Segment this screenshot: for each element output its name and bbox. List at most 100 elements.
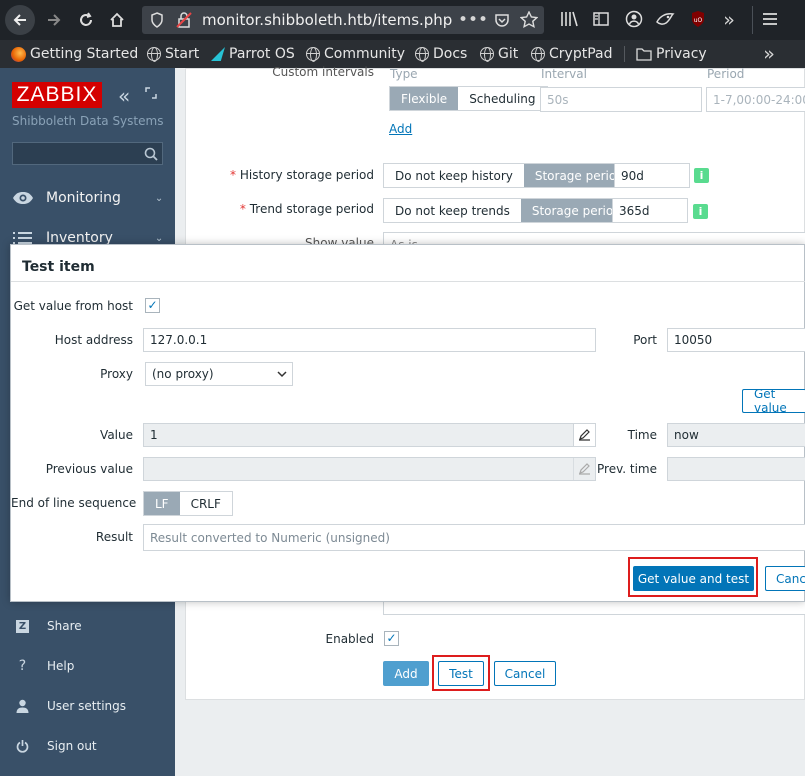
proxy-label: Proxy: [100, 367, 133, 381]
info-icon[interactable]: i: [694, 168, 709, 183]
proxy-select[interactable]: (no proxy): [145, 362, 293, 386]
col-interval-header: Interval: [541, 67, 587, 81]
account-icon[interactable]: [625, 10, 643, 31]
nav-monitoring[interactable]: Monitoring ⌄: [12, 188, 163, 208]
dialog-cancel-button[interactable]: Cancel: [765, 566, 805, 591]
firefox-icon: [11, 46, 26, 62]
get-value-button[interactable]: Get value: [742, 387, 805, 415]
bookmark-label: Start: [165, 46, 200, 62]
bookmark-label: Privacy: [656, 46, 707, 62]
fullscreen-icon[interactable]: [145, 87, 157, 102]
prev-time-input: [667, 457, 805, 481]
menu-icon[interactable]: [762, 12, 778, 29]
flexible-option[interactable]: Flexible: [390, 87, 459, 110]
trend-storage-label: * Trend storage period: [206, 202, 374, 216]
shield-icon[interactable]: [150, 12, 164, 31]
nav-help[interactable]: ? Help: [16, 656, 75, 676]
extension-icon[interactable]: [655, 10, 675, 31]
nav-sign-out[interactable]: Sign out: [16, 736, 97, 756]
trend-no-keep-option[interactable]: Do not keep trends: [384, 199, 521, 222]
host-address-label: Host address: [54, 333, 133, 347]
library-icon[interactable]: [560, 11, 578, 30]
help-icon: ?: [18, 658, 27, 674]
star-icon[interactable]: [519, 10, 539, 32]
period-input[interactable]: 1-7,00:00-24:00: [706, 87, 805, 112]
globe-icon: [306, 47, 320, 62]
trend-storage-input[interactable]: 365d: [612, 198, 688, 223]
nav-share[interactable]: Z Share: [16, 616, 82, 636]
pocket-icon[interactable]: [494, 12, 510, 31]
nav-user-settings[interactable]: User settings: [16, 696, 126, 716]
get-value-label: Get value from host: [13, 299, 133, 313]
enabled-label: Enabled: [325, 632, 375, 646]
get-value-and-test-button[interactable]: Get value and test: [633, 566, 754, 591]
bookmark-cryptpad[interactable]: CryptPad: [531, 45, 612, 63]
eol-crlf-option[interactable]: CRLF: [179, 492, 232, 515]
history-storage-toggle: Do not keep history Storage period: [383, 163, 636, 188]
eol-sequence-label: End of line sequence: [11, 496, 137, 510]
test-button[interactable]: Test: [438, 661, 484, 686]
overflow-icon[interactable]: »: [718, 8, 740, 32]
chevron-down-icon: ⌄: [154, 192, 164, 204]
forward-icon[interactable]: [42, 8, 66, 32]
eol-sequence-toggle: LF CRLF: [143, 491, 233, 516]
bookmark-git[interactable]: Git: [480, 45, 518, 63]
port-input[interactable]: 10050: [667, 328, 805, 352]
col-type-header: Type: [390, 67, 418, 81]
dropdown-arrow-icon: [277, 371, 287, 378]
prev-time-label: Prev. time: [597, 462, 657, 476]
url-text[interactable]: monitor.shibboleth.htb/items.php: [202, 11, 452, 29]
bookmark-privacy[interactable]: Privacy: [636, 45, 707, 63]
bookmark-label: Community: [324, 46, 406, 62]
more-icon[interactable]: •••: [458, 8, 488, 32]
history-storage-input[interactable]: 90d: [614, 163, 690, 188]
nav-label: User settings: [47, 699, 127, 713]
globe-icon: [480, 47, 494, 62]
back-icon[interactable]: [5, 5, 35, 35]
bookmark-parrot-os[interactable]: Parrot OS: [211, 45, 295, 63]
eol-lf-option[interactable]: LF: [144, 492, 180, 515]
trend-storage-toggle: Do not keep trends Storage period: [383, 198, 633, 223]
ublock-icon[interactable]: uO: [690, 10, 706, 31]
bookmarks-overflow-icon[interactable]: »: [758, 42, 780, 66]
bookmark-docs[interactable]: Docs: [415, 45, 467, 63]
required-mark: *: [230, 168, 237, 182]
value-input[interactable]: 1: [143, 423, 596, 447]
sidebar-icon[interactable]: [593, 11, 609, 30]
trend-storage-text: Trend storage period: [249, 202, 374, 216]
toolbar-divider: [752, 6, 753, 34]
pencil-icon[interactable]: [573, 424, 595, 446]
enabled-checkbox[interactable]: ✓: [384, 631, 399, 646]
bookmark-getting-started[interactable]: Getting Started: [11, 45, 138, 63]
add-interval-link[interactable]: Add: [389, 122, 412, 136]
svg-text:uO: uO: [694, 17, 703, 24]
sidebar-search-input[interactable]: [12, 142, 163, 165]
info-icon[interactable]: i: [693, 204, 708, 219]
url-bar[interactable]: monitor.shibboleth.htb/items.php •••: [142, 6, 544, 34]
interval-input[interactable]: 50s: [540, 87, 702, 112]
globe-icon: [415, 47, 429, 62]
cancel-button[interactable]: Cancel: [494, 661, 556, 686]
dialog-title: Test item: [22, 259, 95, 275]
get-value-checkbox[interactable]: ✓: [145, 298, 160, 313]
required-mark: *: [239, 202, 246, 216]
search-icon[interactable]: [144, 147, 158, 161]
add-button[interactable]: Add: [383, 661, 429, 686]
history-no-keep-option[interactable]: Do not keep history: [384, 164, 524, 187]
proxy-value: (no proxy): [152, 367, 214, 381]
result-output: Result converted to Numeric (unsigned): [143, 524, 805, 551]
insecure-lock-icon[interactable]: [176, 12, 192, 31]
zabbix-logo[interactable]: ZABBIX: [12, 82, 102, 108]
host-address-input[interactable]: 127.0.0.1: [143, 328, 596, 352]
reload-icon[interactable]: [74, 8, 98, 32]
bookmark-start[interactable]: Start: [147, 45, 199, 63]
home-icon[interactable]: [105, 8, 129, 32]
bookmark-community[interactable]: Community: [306, 45, 405, 63]
scheduling-option[interactable]: Scheduling: [458, 87, 547, 110]
browser-toolbar: monitor.shibboleth.htb/items.php ••• uO …: [0, 0, 805, 40]
sidebar-subtitle: Shibboleth Data Systems: [12, 114, 164, 128]
collapse-icon[interactable]: «: [118, 84, 130, 108]
custom-intervals-label: Custom intervals: [272, 65, 374, 79]
time-input[interactable]: now: [667, 423, 805, 447]
user-icon: [16, 699, 29, 713]
